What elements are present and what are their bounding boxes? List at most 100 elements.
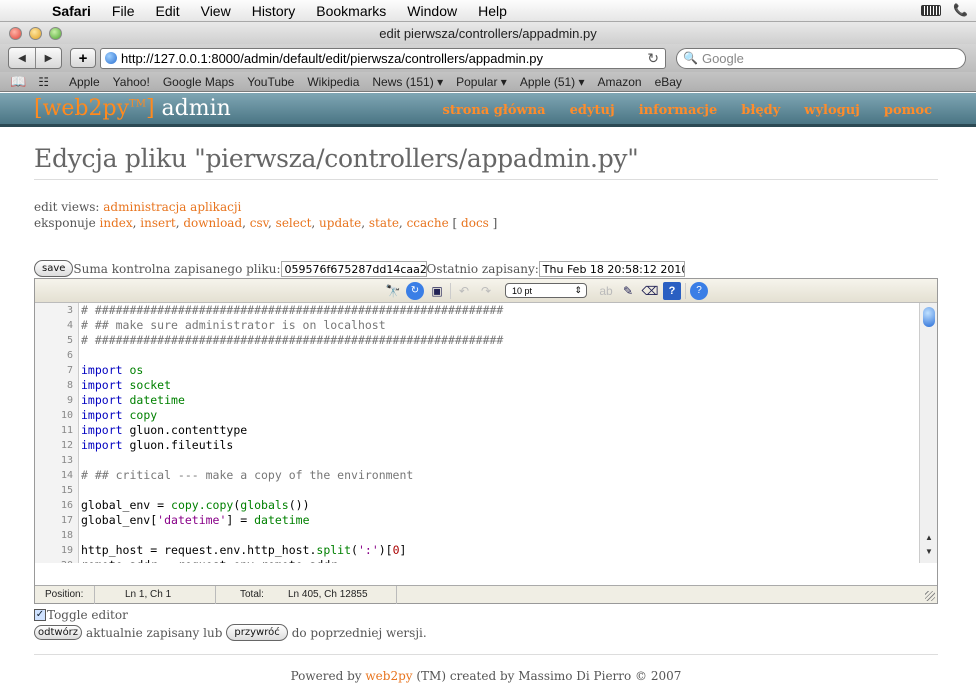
web2py-logo[interactable]: [web2pyTM] admin xyxy=(34,96,231,121)
minimize-window-button[interactable] xyxy=(29,27,42,40)
saved-label: Ostatnio zapisany: xyxy=(426,261,539,276)
bookmark-apple[interactable]: Apple xyxy=(69,75,100,89)
code-area[interactable]: 3 # #####################################… xyxy=(35,303,919,563)
book-icon[interactable]: 📖 xyxy=(10,74,26,90)
logo-admin: admin xyxy=(154,96,231,121)
docs-link[interactable]: docs xyxy=(461,216,489,230)
line-text: http_host = request.env.http_host.split(… xyxy=(81,543,407,557)
reload-icon[interactable]: ↻ xyxy=(647,50,659,67)
scroll-up-icon[interactable]: ▲ xyxy=(920,533,938,546)
back-button[interactable]: ◀ xyxy=(9,48,35,68)
goto-line-icon[interactable]: ↻ xyxy=(406,281,424,300)
undo-icon[interactable]: ↶ xyxy=(455,282,473,300)
checksum-field[interactable]: 059576f675287dd14caa2 xyxy=(280,260,427,277)
code-line[interactable]: 9 import datetime xyxy=(35,393,503,408)
highlight-icon[interactable]: ✎ xyxy=(619,282,637,300)
menu-window[interactable]: Window xyxy=(407,3,457,19)
bookmark-amazon[interactable]: Amazon xyxy=(598,75,642,89)
font-size-value: 10 pt xyxy=(512,285,533,296)
search-field[interactable]: 🔍 Google xyxy=(676,47,966,69)
grid-icon[interactable]: ☷ xyxy=(38,75,49,89)
save-button[interactable]: save xyxy=(34,260,74,277)
bookmark-youtube[interactable]: YouTube xyxy=(247,75,294,89)
nav-home[interactable]: strona główna xyxy=(443,103,546,118)
code-line[interactable]: 3 # #####################################… xyxy=(35,303,503,318)
help-icon[interactable]: ? xyxy=(663,281,681,300)
forward-button[interactable]: ▶ xyxy=(35,48,61,68)
code-lines: 3 # #####################################… xyxy=(35,303,503,563)
footer-web2py-link[interactable]: web2py xyxy=(365,669,412,683)
nav-info[interactable]: informacje xyxy=(639,103,718,118)
battery-icon[interactable] xyxy=(921,4,942,16)
resize-handle[interactable] xyxy=(925,591,935,601)
code-line[interactable]: 5 # #####################################… xyxy=(35,333,503,348)
line-number: 8 xyxy=(66,380,73,391)
code-line[interactable]: 8 import socket xyxy=(35,378,503,393)
menu-view[interactable]: View xyxy=(201,3,231,19)
code-line[interactable]: 20 remote_addr = request.env.remote_addr xyxy=(35,558,503,563)
expose-state[interactable]: state xyxy=(369,216,399,230)
code-line[interactable]: 4 # ## make sure administrator is on loca… xyxy=(35,318,503,333)
expose-update[interactable]: update xyxy=(319,216,361,230)
font-size-select[interactable]: 10 pt ⇕ xyxy=(505,283,587,298)
window-titlebar: edit pierwsza/controllers/appadmin.py xyxy=(0,22,976,44)
fullscreen-icon[interactable]: ▣ xyxy=(428,282,446,300)
code-line[interactable]: 6 xyxy=(35,348,503,363)
search-replace-icon[interactable]: 🔭 xyxy=(384,282,402,300)
code-line[interactable]: 19 http_host = request.env.http_host.spli… xyxy=(35,543,503,558)
revert-button[interactable]: przywróć xyxy=(226,624,288,641)
nav-errors[interactable]: błędy xyxy=(741,103,780,118)
menu-edit[interactable]: Edit xyxy=(155,3,179,19)
bookmark-wikipedia[interactable]: Wikipedia xyxy=(307,75,359,89)
bookmark-news[interactable]: News (151) ▾ xyxy=(372,75,443,89)
code-line[interactable]: 17 global_env['datetime'] = datetime xyxy=(35,513,503,528)
code-line[interactable]: 10 import copy xyxy=(35,408,503,423)
code-line[interactable]: 13 xyxy=(35,453,503,468)
bookmark-apple-folder[interactable]: Apple (51) ▾ xyxy=(520,75,585,89)
open-saved-button[interactable]: odtwórz xyxy=(34,625,83,640)
bookmark-ebay[interactable]: eBay xyxy=(655,75,682,89)
expose-index[interactable]: index xyxy=(100,216,133,230)
expose-select[interactable]: select xyxy=(276,216,312,230)
menu-safari[interactable]: Safari xyxy=(52,3,91,19)
expose-insert[interactable]: insert xyxy=(140,216,175,230)
logo-brand: [web2py xyxy=(34,96,130,121)
scroll-thumb[interactable] xyxy=(923,307,935,327)
toggle-editor-checkbox[interactable]: ✓ xyxy=(34,609,46,621)
phone-icon[interactable]: 📞 xyxy=(953,3,968,17)
zoom-window-button[interactable] xyxy=(49,27,62,40)
code-line[interactable]: 15 xyxy=(35,483,503,498)
spellcheck-icon[interactable]: ab xyxy=(597,282,615,300)
menu-history[interactable]: History xyxy=(252,3,296,19)
edit-views-link[interactable]: administracja aplikacji xyxy=(103,200,241,214)
footer: Powered by web2py (TM) created by Massim… xyxy=(34,654,938,683)
reset-highlight-icon[interactable]: ⌫ xyxy=(641,282,659,300)
bookmark-google-maps[interactable]: Google Maps xyxy=(163,75,234,89)
menu-file[interactable]: File xyxy=(112,3,135,19)
saved-time-field[interactable]: Thu Feb 18 20:58:12 2010 xyxy=(538,260,685,277)
expose-ccache[interactable]: ccache xyxy=(407,216,449,230)
about-icon[interactable]: ? xyxy=(690,281,708,300)
code-line[interactable]: 14 # ## critical --- make a copy of the e… xyxy=(35,468,503,483)
code-line[interactable]: 7 import os xyxy=(35,363,503,378)
address-bar[interactable]: http://127.0.0.1:8000/admin/default/edit… xyxy=(100,47,666,69)
nav-help[interactable]: pomoc xyxy=(884,103,932,118)
menu-bookmarks[interactable]: Bookmarks xyxy=(316,3,386,19)
code-line[interactable]: 11 import gluon.contenttype xyxy=(35,423,503,438)
expose-download[interactable]: download xyxy=(183,216,242,230)
code-line[interactable]: 18 xyxy=(35,528,503,543)
menu-help[interactable]: Help xyxy=(478,3,507,19)
code-line[interactable]: 16 global_env = copy.copy(globals()) xyxy=(35,498,503,513)
close-window-button[interactable] xyxy=(9,27,22,40)
redo-icon[interactable]: ↷ xyxy=(477,282,495,300)
scroll-down-icon[interactable]: ▼ xyxy=(920,547,938,560)
add-bookmark-button[interactable]: + xyxy=(70,48,96,68)
bookmark-yahoo[interactable]: Yahoo! xyxy=(113,75,150,89)
toggle-editor[interactable]: ✓ Toggle editor xyxy=(34,608,128,622)
expose-csv[interactable]: csv xyxy=(250,216,268,230)
code-line[interactable]: 12 import gluon.fileutils xyxy=(35,438,503,453)
editor-scrollbar[interactable]: ▲ ▼ xyxy=(919,303,937,563)
nav-edit[interactable]: edytuj xyxy=(570,103,615,118)
nav-logout[interactable]: wyloguj xyxy=(804,103,860,118)
bookmark-popular[interactable]: Popular ▾ xyxy=(456,75,507,89)
